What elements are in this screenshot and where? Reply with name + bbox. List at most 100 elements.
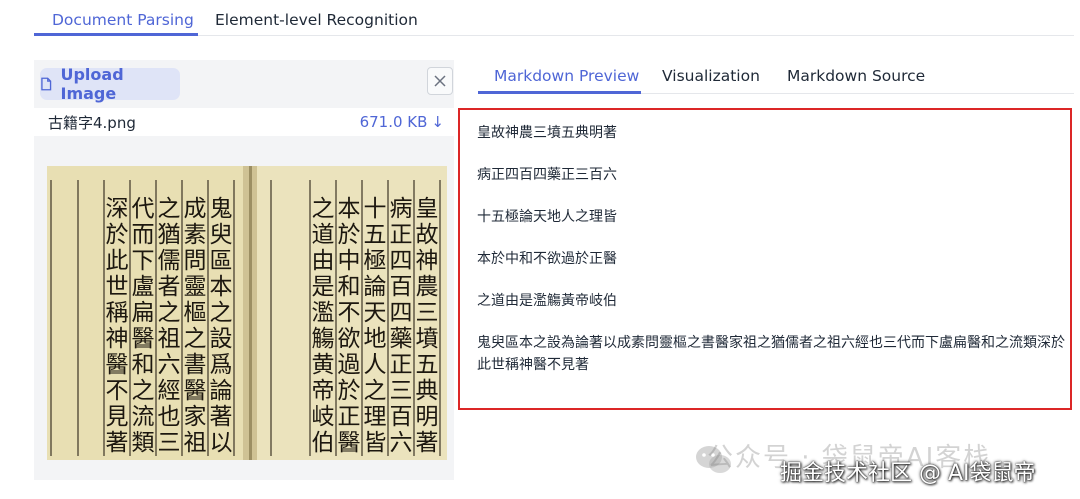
book-character: 六 xyxy=(158,352,181,378)
book-character: 著 xyxy=(210,404,233,430)
upload-image-label: Upload Image xyxy=(60,65,124,103)
file-name: 古籍字4.png xyxy=(48,113,136,132)
book-character: 神 xyxy=(106,326,129,352)
book-character: 論 xyxy=(364,274,387,300)
file-size: 671.0 KB xyxy=(359,113,428,131)
tab-element-level-recognition[interactable]: Element-level Recognition xyxy=(215,10,418,30)
download-icon: ↓ xyxy=(431,113,444,131)
book-character: 三 xyxy=(416,300,439,326)
book-character: 靈 xyxy=(184,274,207,300)
book-character: 論 xyxy=(210,378,233,404)
preview-line: 皇故神農三墳五典明著 xyxy=(477,125,617,141)
book-character: 醫 xyxy=(338,430,361,456)
book-character: 醫 xyxy=(132,326,155,352)
tab-markdown-preview[interactable]: Markdown Preview xyxy=(494,66,639,86)
file-download-link[interactable]: 671.0 KB ↓ xyxy=(360,113,444,131)
book-character: 四 xyxy=(390,300,413,326)
book-character: 六 xyxy=(390,430,413,456)
book-character: 類 xyxy=(132,430,155,456)
book-character: 過 xyxy=(338,352,361,378)
book-character: 於 xyxy=(338,378,361,404)
book-character: 藥 xyxy=(390,326,413,352)
book-character: 人 xyxy=(364,352,387,378)
book-character: 設 xyxy=(210,326,233,352)
book-character: 之 xyxy=(184,326,207,352)
book-character: 於 xyxy=(106,222,129,248)
book-character: 五 xyxy=(364,222,387,248)
book-character: 不 xyxy=(106,378,129,404)
upload-panel: Upload Image 古籍字4.png 671.0 KB ↓ 皇故神農三墳五… xyxy=(34,60,454,480)
active-output-tab-indicator xyxy=(478,91,641,94)
book-character: 和 xyxy=(132,352,155,378)
book-character: 正 xyxy=(390,222,413,248)
book-character: 醫 xyxy=(106,352,129,378)
book-character: 本 xyxy=(338,196,361,222)
book-character: 欲 xyxy=(338,326,361,352)
book-character: 不 xyxy=(338,300,361,326)
book-character: 典 xyxy=(416,378,439,404)
book-character: 爲 xyxy=(210,352,233,378)
book-character: 此 xyxy=(106,248,129,274)
file-info-row: 古籍字4.png 671.0 KB ↓ xyxy=(34,108,454,136)
preview-line: 十五極論天地人之理皆 xyxy=(477,209,617,225)
book-character: 而 xyxy=(132,222,155,248)
book-character: 濫 xyxy=(312,300,335,326)
preview-line: 病正四百四藥正三百六 xyxy=(477,167,617,183)
upload-image-button[interactable]: Upload Image xyxy=(40,65,180,103)
book-character: 問 xyxy=(184,248,207,274)
book-character: 儒 xyxy=(158,248,181,274)
active-tab-indicator xyxy=(34,33,198,36)
book-character: 皇 xyxy=(416,196,439,222)
book-character: 由 xyxy=(312,248,335,274)
book-character: 家 xyxy=(184,404,207,430)
book-character: 深 xyxy=(106,196,129,222)
book-character: 之 xyxy=(210,300,233,326)
book-character: 祖 xyxy=(158,326,181,352)
book-character: 正 xyxy=(338,404,361,430)
book-character: 道 xyxy=(312,222,335,248)
book-character: 稱 xyxy=(106,300,129,326)
book-character: 臾 xyxy=(210,222,233,248)
clear-image-button[interactable] xyxy=(427,67,453,95)
book-character: 墳 xyxy=(416,326,439,352)
output-tab-bar: Markdown Preview Visualization Markdown … xyxy=(478,58,1074,94)
book-character: 極 xyxy=(364,248,387,274)
book-character: 世 xyxy=(106,274,129,300)
book-character: 三 xyxy=(390,378,413,404)
book-character: 黄 xyxy=(312,352,335,378)
book-character: 神 xyxy=(416,248,439,274)
book-character: 書 xyxy=(184,352,207,378)
book-character: 樞 xyxy=(184,300,207,326)
book-character: 十 xyxy=(364,196,387,222)
tab-document-parsing[interactable]: Document Parsing xyxy=(52,10,194,30)
tab-visualization[interactable]: Visualization xyxy=(662,66,760,86)
book-character: 帝 xyxy=(312,378,335,404)
close-icon xyxy=(434,75,446,87)
watermark-juejin-credit: 掘金技术社区 @ AI袋鼠帝 xyxy=(780,461,1036,486)
preview-line: 本於中和不欲過於正醫 xyxy=(477,251,617,267)
book-character: 也 xyxy=(158,404,181,430)
file-icon xyxy=(41,77,52,91)
book-character: 以 xyxy=(210,430,233,456)
book-character: 天 xyxy=(364,300,387,326)
book-character: 之 xyxy=(158,196,181,222)
book-character: 四 xyxy=(390,248,413,274)
book-character: 之 xyxy=(364,378,387,404)
book-character: 故 xyxy=(416,222,439,248)
preview-line: 之道由是濫觴黃帝岐伯 xyxy=(477,293,617,309)
book-character: 地 xyxy=(364,326,387,352)
book-character: 病 xyxy=(390,196,413,222)
book-character: 於 xyxy=(338,222,361,248)
book-character: 者 xyxy=(158,274,181,300)
book-character: 著 xyxy=(106,430,129,456)
book-character: 見 xyxy=(106,404,129,430)
book-character: 醫 xyxy=(184,378,207,404)
book-character: 理 xyxy=(364,404,387,430)
uploaded-image-preview: 皇故神農三墳五典明著病正四百四藥正三百六十五極論天地人之理皆本於中和不欲過於正醫… xyxy=(47,166,447,460)
book-character: 明 xyxy=(416,404,439,430)
tab-markdown-source[interactable]: Markdown Source xyxy=(787,66,925,86)
book-character: 之 xyxy=(132,378,155,404)
book-character: 素 xyxy=(184,222,207,248)
book-character: 著 xyxy=(416,430,439,456)
book-character: 之 xyxy=(312,196,335,222)
